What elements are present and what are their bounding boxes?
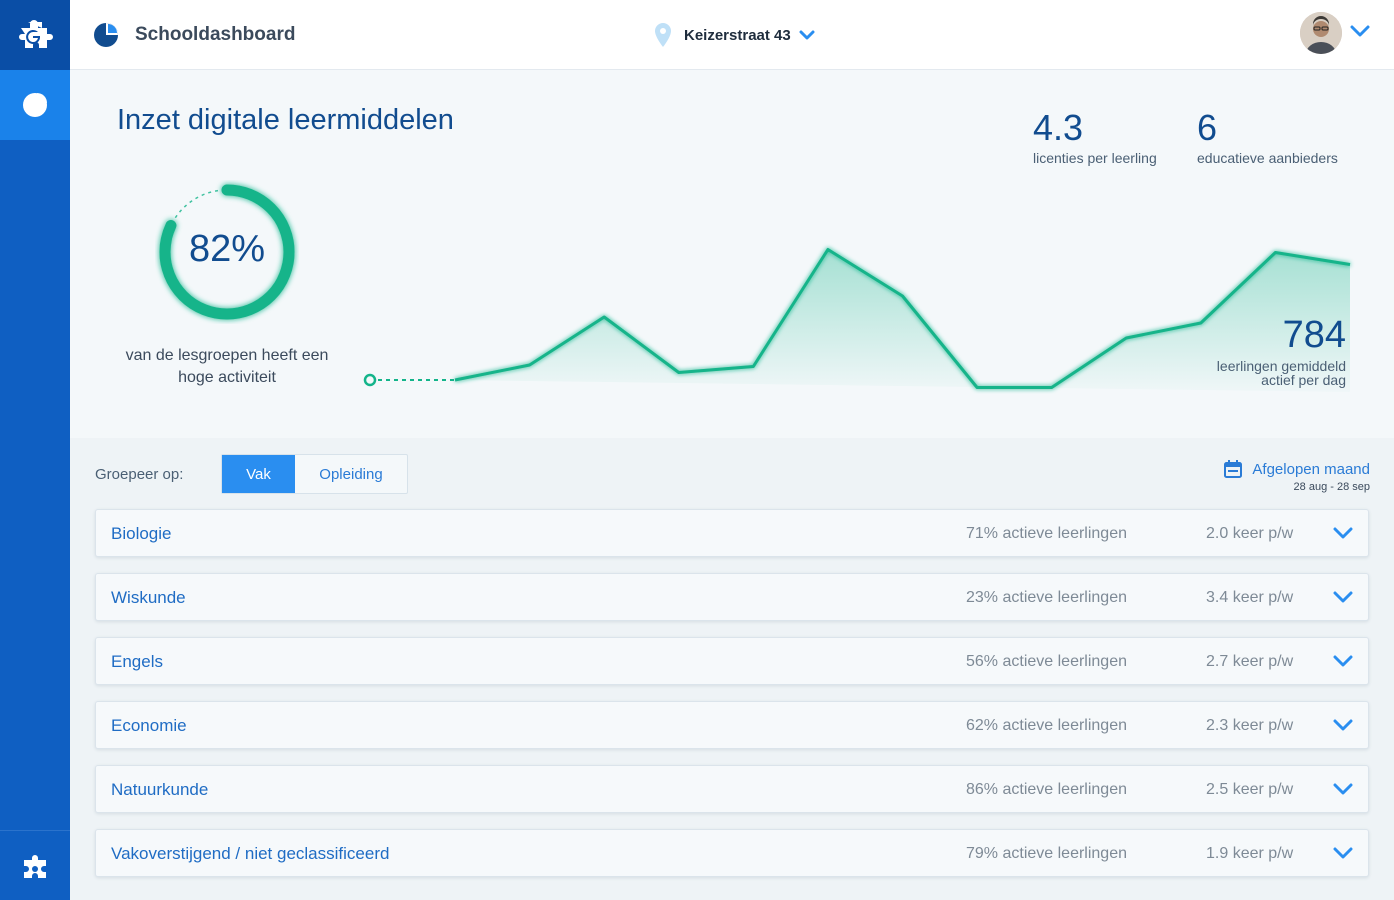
activity-sparkline: [363, 248, 1351, 392]
period-label: Afgelopen maand: [1252, 460, 1370, 478]
pie-chart-icon: [23, 91, 49, 117]
group-by-toggle: Vak Opleiding: [221, 454, 408, 494]
subject-name: Vakoverstijgend / niet geclassificeerd: [111, 844, 390, 863]
subject-active-students: 79% actieve leerlingen: [966, 845, 1127, 862]
sidebar-item-dashboard[interactable]: [0, 70, 70, 140]
stat-label: educatieve aanbieders: [1197, 150, 1338, 166]
expand-chevron-icon[interactable]: [1333, 655, 1353, 667]
subject-list: Biologie 71% actieve leerlingen 2.0 keer p…: [95, 509, 1369, 893]
subject-name: Economie: [111, 716, 187, 735]
app-logo[interactable]: [0, 0, 70, 70]
expand-chevron-icon[interactable]: [1333, 719, 1353, 731]
subject-frequency: 2.0 keer p/w: [1206, 525, 1294, 542]
ring-caption: van de lesgroepen heeft een hoge activit…: [125, 347, 329, 386]
sparkline-start-point: [363, 373, 377, 387]
page-title: Schooldashboard: [135, 24, 296, 45]
subject-name: Engels: [111, 652, 163, 671]
top-header: Schooldashboard Keizerstraat 43: [70, 0, 1394, 70]
stat-value: 6: [1197, 107, 1218, 148]
location-pin-icon: [655, 23, 671, 47]
stat-providers: 6 educatieve aanbieders: [1197, 107, 1338, 167]
stat-licenses: 4.3 licenties per leerling: [1033, 107, 1157, 167]
subject-row[interactable]: Economie 62% actieve leerlingen 2.3 keer p…: [95, 701, 1369, 749]
user-menu-chevron-icon[interactable]: [1350, 25, 1370, 37]
subject-frequency: 2.7 keer p/w: [1206, 653, 1294, 670]
pie-chart-icon: [94, 23, 118, 47]
period-button[interactable]: Afgelopen maand: [1223, 459, 1370, 479]
daily-active-label: leerlingen gemiddeld actief per dag: [1216, 358, 1346, 388]
daily-active-stat: 784 leerlingen gemiddeld actief per dag: [1217, 315, 1346, 387]
subject-frequency: 2.3 keer p/w: [1206, 717, 1294, 734]
ring-value: 82%: [188, 228, 266, 270]
activity-overview-panel: Inzet digitale leermiddelen 4.3 licentie…: [70, 70, 1394, 438]
subject-active-students: 56% actieve leerlingen: [966, 653, 1127, 670]
subject-row[interactable]: Engels 56% actieve leerlingen 2.7 keer p/w: [95, 637, 1369, 685]
subject-row[interactable]: Biologie 71% actieve leerlingen 2.0 keer p…: [95, 509, 1369, 557]
expand-chevron-icon[interactable]: [1333, 527, 1353, 539]
subject-frequency: 1.9 keer p/w: [1206, 845, 1294, 862]
stat-label: licenties per leerling: [1033, 150, 1157, 166]
sidebar-item-settings[interactable]: [0, 830, 70, 900]
daily-active-value: 784: [1282, 314, 1346, 356]
user-photo-icon: [1300, 12, 1342, 54]
subject-name: Wiskunde: [111, 588, 186, 607]
subject-active-students: 62% actieve leerlingen: [966, 717, 1127, 734]
location-selector[interactable]: Keizerstraat 43: [654, 22, 815, 48]
period-range: 28 aug - 28 sep: [1293, 481, 1370, 493]
group-by-subject-button[interactable]: Vak: [222, 455, 295, 493]
expand-chevron-icon[interactable]: [1333, 591, 1353, 603]
subject-row[interactable]: Natuurkunde 86% actieve leerlingen 2.5 kee…: [95, 765, 1369, 813]
subject-active-students: 71% actieve leerlingen: [966, 525, 1127, 542]
location-label: Keizerstraat 43: [684, 26, 791, 44]
calendar-icon: [1224, 460, 1243, 478]
group-by-label: Groepeer op:: [95, 466, 184, 483]
subject-name: Biologie: [111, 524, 172, 543]
user-avatar[interactable]: [1300, 12, 1342, 54]
subject-frequency: 3.4 keer p/w: [1206, 589, 1294, 606]
group-by-program-button[interactable]: Opleiding: [295, 455, 407, 493]
subject-name: Natuurkunde: [111, 780, 209, 799]
sidebar: [0, 0, 70, 900]
puzzle-icon: [24, 854, 46, 878]
subject-active-students: 23% actieve leerlingen: [966, 589, 1127, 606]
section-title: Inzet digitale leermiddelen: [117, 104, 454, 136]
subject-active-students: 86% actieve leerlingen: [966, 781, 1127, 798]
subject-row[interactable]: Vakoverstijgend / niet geclassificeerd 79…: [95, 829, 1369, 877]
chevron-down-icon: [799, 30, 815, 40]
expand-chevron-icon[interactable]: [1333, 847, 1353, 859]
period-selector[interactable]: Afgelopen maand 28 aug - 28 sep: [1223, 459, 1370, 493]
expand-chevron-icon[interactable]: [1333, 783, 1353, 795]
subject-frequency: 2.5 keer p/w: [1206, 781, 1294, 798]
stat-value: 4.3: [1033, 107, 1084, 148]
puzzle-logo-icon: [19, 20, 53, 48]
sparkline-area: [455, 249, 1350, 392]
subject-row[interactable]: Wiskunde 23% actieve leerlingen 3.4 keer p…: [95, 573, 1369, 621]
